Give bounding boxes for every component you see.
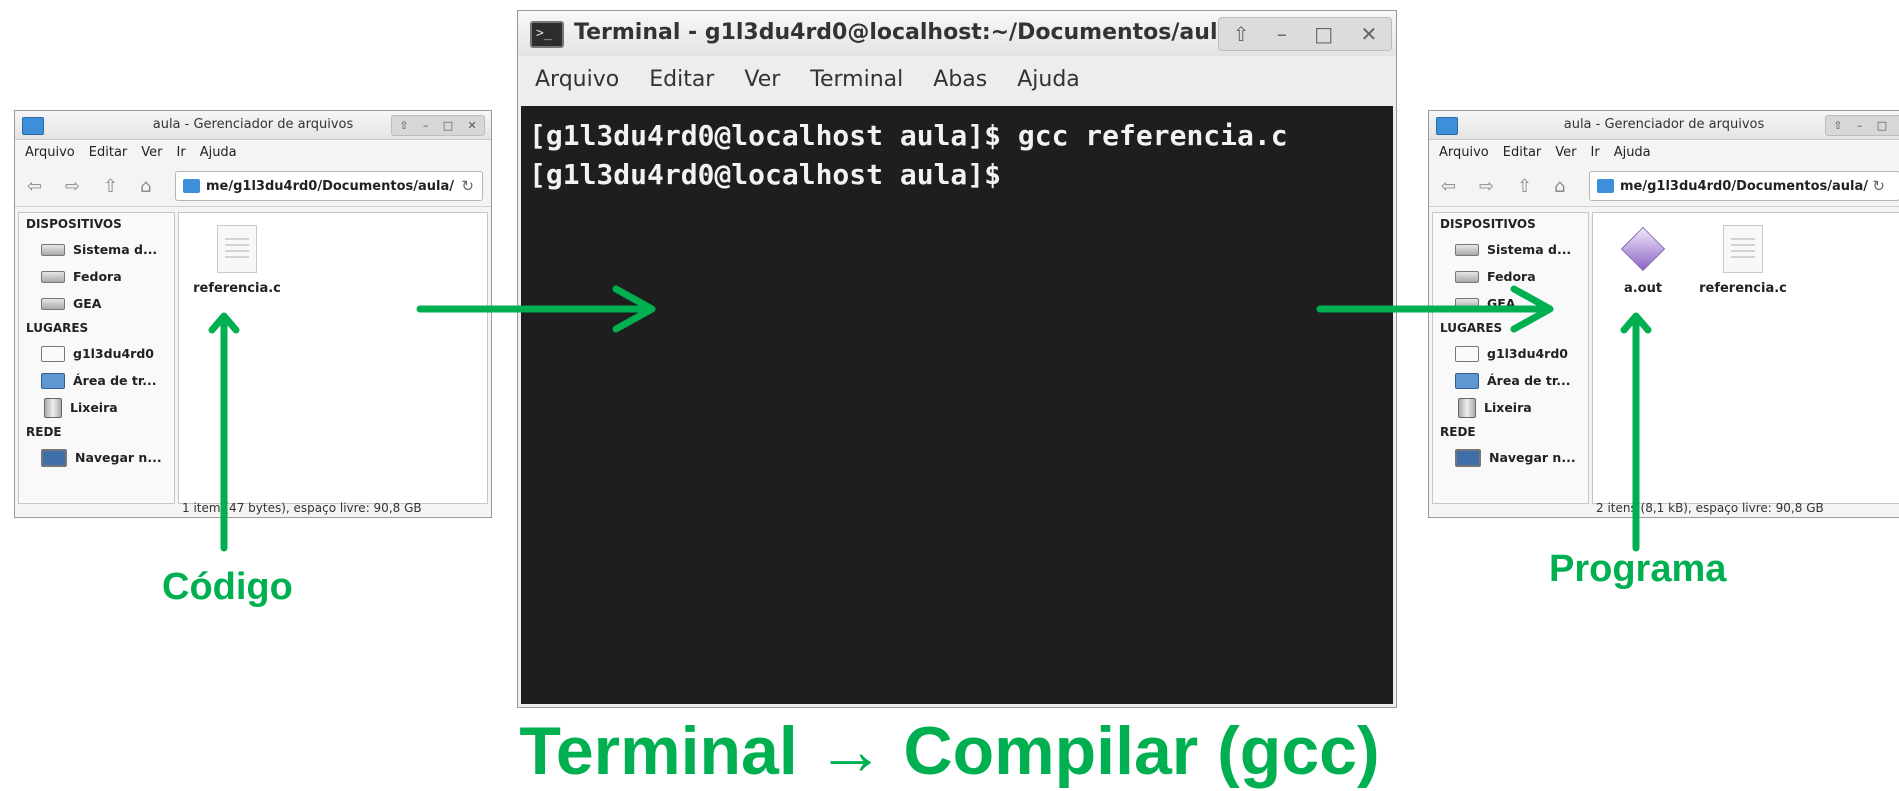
caption: Terminal → Compilar (gcc)	[519, 713, 1380, 789]
label-program: Programa	[1549, 548, 1727, 590]
label-code: Código	[162, 566, 293, 608]
annotation-arrows	[208, 285, 1652, 552]
